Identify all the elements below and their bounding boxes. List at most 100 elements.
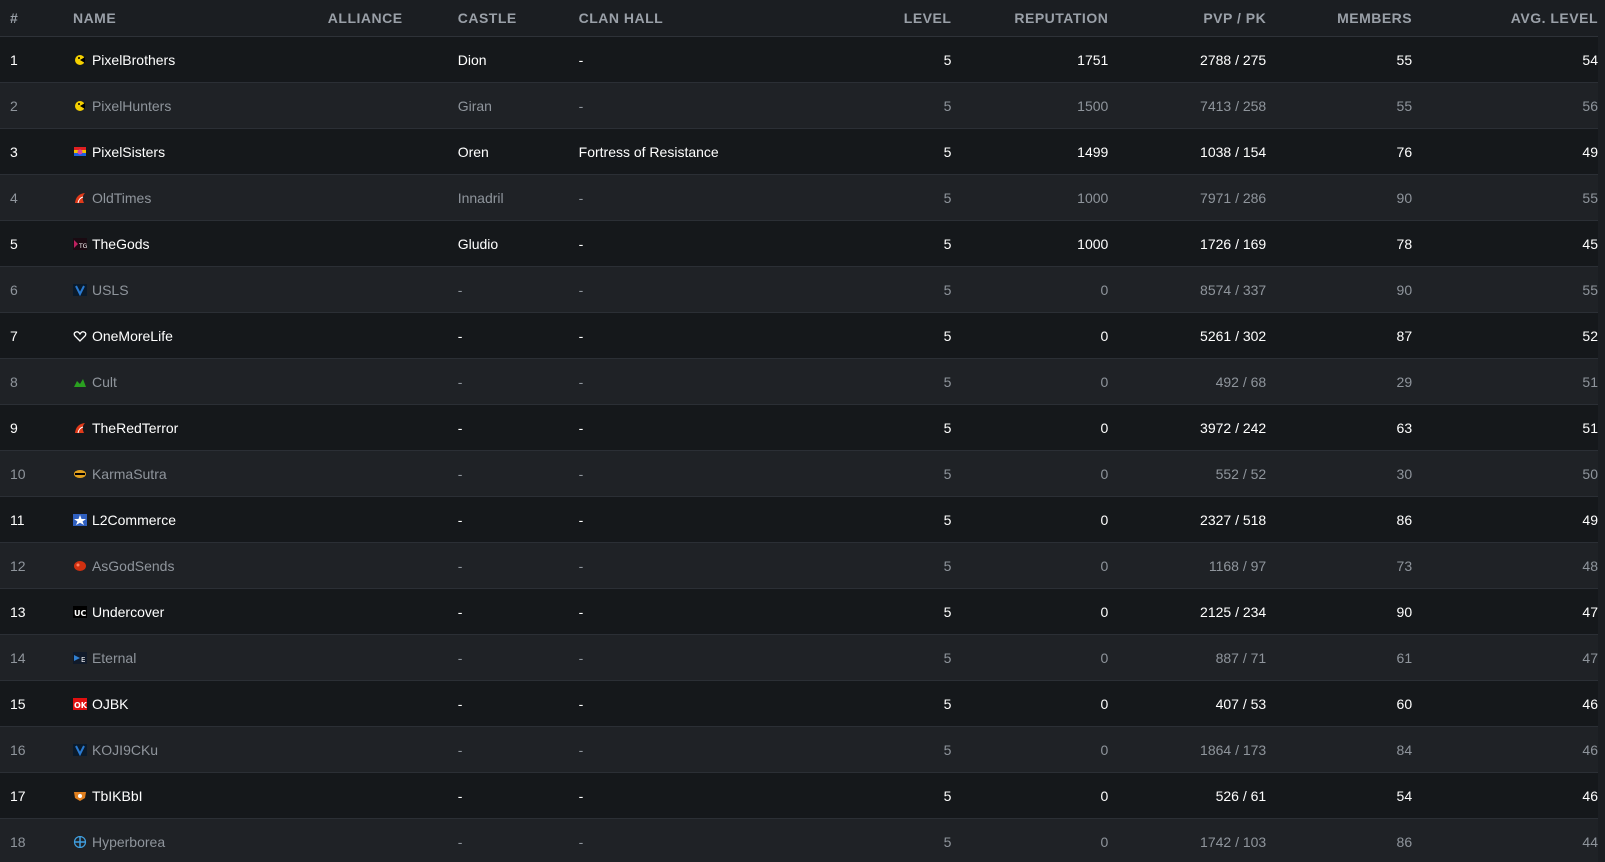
- level-cell: 5: [943, 787, 952, 804]
- name-cell[interactable]: UC Undercover: [72, 604, 310, 620]
- clan-name-link[interactable]: OneMoreLife: [92, 328, 173, 344]
- level-cell: 5: [943, 51, 952, 68]
- pvp-pk-cell: 1038 / 154: [1200, 143, 1267, 160]
- table-row[interactable]: 3 PixelSisters Oren Fortress of Resistan…: [0, 129, 1598, 175]
- column-header-clan-hall[interactable]: CLAN HALL: [579, 10, 794, 26]
- column-header-avg-level[interactable]: AVG. LEVEL: [1412, 10, 1598, 26]
- pvp-pk-cell: 492 / 68: [1215, 373, 1267, 390]
- clan-name-link[interactable]: OldTimes: [92, 190, 151, 206]
- clan-name-link[interactable]: TheRedTerror: [92, 420, 178, 436]
- table-row[interactable]: 12 AsGodSends - - 5 0 1168 / 97 73 48: [0, 543, 1598, 589]
- castle-cell: -: [457, 419, 463, 436]
- clan-hall-cell: -: [578, 281, 584, 298]
- rank-cell: 15: [10, 695, 26, 712]
- table-row[interactable]: 4 OldTimes Innadril - 5 1000 7971 / 286 …: [0, 175, 1598, 221]
- members-cell: 76: [1396, 143, 1413, 160]
- clan-name-link[interactable]: PixelBrothers: [92, 52, 175, 68]
- reputation-cell: 0: [1100, 419, 1109, 436]
- level-cell: 5: [943, 695, 952, 712]
- name-cell[interactable]: AsGodSends: [73, 558, 310, 574]
- pvp-pk-cell: 3972 / 242: [1200, 419, 1267, 436]
- reputation-cell: 0: [1100, 557, 1109, 574]
- name-cell[interactable]: OK OJBK: [72, 696, 310, 712]
- avg-level-cell: 51: [1582, 373, 1598, 390]
- column-header-members[interactable]: MEMBERS: [1266, 10, 1412, 26]
- level-cell: 5: [943, 281, 952, 298]
- table-row[interactable]: 10 KarmaSutra - - 5 0 552 / 52 30 50: [0, 451, 1598, 497]
- table-row[interactable]: 17 TbIKBbI - - 5 0 526 / 61 54 46: [0, 773, 1598, 819]
- table-row[interactable]: 11 L2Commerce - - 5 0 2327 / 518 86 49: [0, 497, 1598, 543]
- reputation-cell: 0: [1100, 281, 1109, 298]
- clan-name-link[interactable]: USLS: [92, 282, 129, 298]
- name-cell[interactable]: Hyperborea: [73, 834, 310, 850]
- name-cell[interactable]: KarmaSutra: [73, 466, 310, 482]
- members-cell: 55: [1396, 51, 1413, 68]
- level-cell: 5: [943, 741, 952, 758]
- members-cell: 61: [1396, 649, 1413, 666]
- name-cell[interactable]: Cult: [73, 374, 310, 390]
- clan-name-link[interactable]: PixelSisters: [92, 144, 165, 160]
- name-cell[interactable]: L2Commerce: [72, 512, 310, 528]
- column-header-alliance[interactable]: ALLIANCE: [310, 10, 458, 26]
- table-row[interactable]: 1 PixelBrothers Dion - 5 1751 2788 / 275…: [0, 37, 1598, 83]
- rank-cell: 9: [10, 419, 18, 436]
- members-cell: 30: [1396, 465, 1413, 482]
- column-header-castle[interactable]: CASTLE: [458, 10, 579, 26]
- name-cell[interactable]: PixelHunters: [73, 98, 310, 114]
- clan-hall-cell: -: [578, 235, 584, 252]
- rank-cell: 18: [10, 833, 26, 850]
- level-cell: 5: [943, 649, 952, 666]
- table-row[interactable]: 5 TG TheGods Gludio - 5 1000 1726 / 169 …: [0, 221, 1598, 267]
- clan-name-link[interactable]: AsGodSends: [92, 558, 175, 574]
- pvp-pk-cell: 7413 / 258: [1200, 97, 1267, 114]
- name-cell[interactable]: PixelSisters: [73, 144, 310, 160]
- table-row[interactable]: 13 UC Undercover - - 5 0 2125 / 234 90 4…: [0, 589, 1598, 635]
- clan-name-link[interactable]: PixelHunters: [92, 98, 171, 114]
- clan-name-link[interactable]: Cult: [92, 374, 117, 390]
- rank-cell: 14: [10, 649, 26, 666]
- table-row[interactable]: 2 PixelHunters Giran - 5 1500 7413 / 258…: [0, 83, 1598, 129]
- name-cell[interactable]: E Eternal: [72, 650, 310, 666]
- table-row[interactable]: 18 Hyperborea - - 5 0 1742 / 103 86 44: [0, 819, 1598, 862]
- column-header-rank[interactable]: #: [0, 10, 73, 26]
- avg-level-cell: 46: [1582, 695, 1598, 712]
- clan-name-link[interactable]: TheGods: [92, 236, 150, 252]
- castle-cell: -: [457, 281, 463, 298]
- clan-name-link[interactable]: KOJI9CKu: [92, 742, 158, 758]
- avg-level-cell: 49: [1582, 511, 1598, 528]
- clan-name-link[interactable]: OJBK: [92, 696, 129, 712]
- rank-cell: 8: [10, 373, 18, 390]
- table-row[interactable]: 6 USLS - - 5 0 8574 / 337 90 55: [0, 267, 1598, 313]
- clan-name-link[interactable]: L2Commerce: [92, 512, 176, 528]
- name-cell[interactable]: PixelBrothers: [73, 52, 310, 68]
- name-cell[interactable]: TbIKBbI: [73, 788, 310, 804]
- column-header-reputation[interactable]: REPUTATION: [951, 10, 1108, 26]
- table-row[interactable]: 14 E Eternal - - 5 0 887 / 71 61 47: [0, 635, 1598, 681]
- v-crest-icon: [72, 743, 87, 756]
- castle-cell: -: [457, 603, 463, 620]
- name-cell[interactable]: OldTimes: [73, 190, 310, 206]
- column-header-name[interactable]: NAME: [73, 10, 310, 26]
- level-cell: 5: [943, 603, 952, 620]
- table-row[interactable]: 15 OK OJBK - - 5 0 407 / 53 60 46: [0, 681, 1598, 727]
- name-cell[interactable]: OneMoreLife: [73, 328, 310, 344]
- table-row[interactable]: 16 KOJI9CKu - - 5 0 1864 / 173 84 46: [0, 727, 1598, 773]
- name-cell[interactable]: USLS: [72, 282, 310, 298]
- table-row[interactable]: 8 Cult - - 5 0 492 / 68 29 51: [0, 359, 1598, 405]
- name-cell[interactable]: KOJI9CKu: [72, 742, 310, 758]
- clan-name-link[interactable]: Undercover: [92, 604, 164, 620]
- table-row[interactable]: 7 OneMoreLife - - 5 0 5261 / 302 87 52: [0, 313, 1598, 359]
- pvp-pk-cell: 526 / 61: [1215, 787, 1267, 804]
- svg-text:OK: OK: [74, 701, 87, 710]
- column-header-level[interactable]: LEVEL: [794, 10, 952, 26]
- clan-name-link[interactable]: TbIKBbI: [92, 788, 143, 804]
- avg-level-cell: 47: [1582, 649, 1598, 666]
- reputation-cell: 1751: [1077, 51, 1109, 68]
- clan-name-link[interactable]: Hyperborea: [92, 834, 165, 850]
- name-cell[interactable]: TG TheGods: [72, 236, 310, 252]
- table-row[interactable]: 9 TheRedTerror - - 5 0 3972 / 242 63 51: [0, 405, 1598, 451]
- name-cell[interactable]: TheRedTerror: [73, 420, 310, 436]
- column-header-pvp-pk[interactable]: PVP / PK: [1108, 10, 1266, 26]
- clan-name-link[interactable]: KarmaSutra: [92, 466, 167, 482]
- clan-name-link[interactable]: Eternal: [92, 650, 136, 666]
